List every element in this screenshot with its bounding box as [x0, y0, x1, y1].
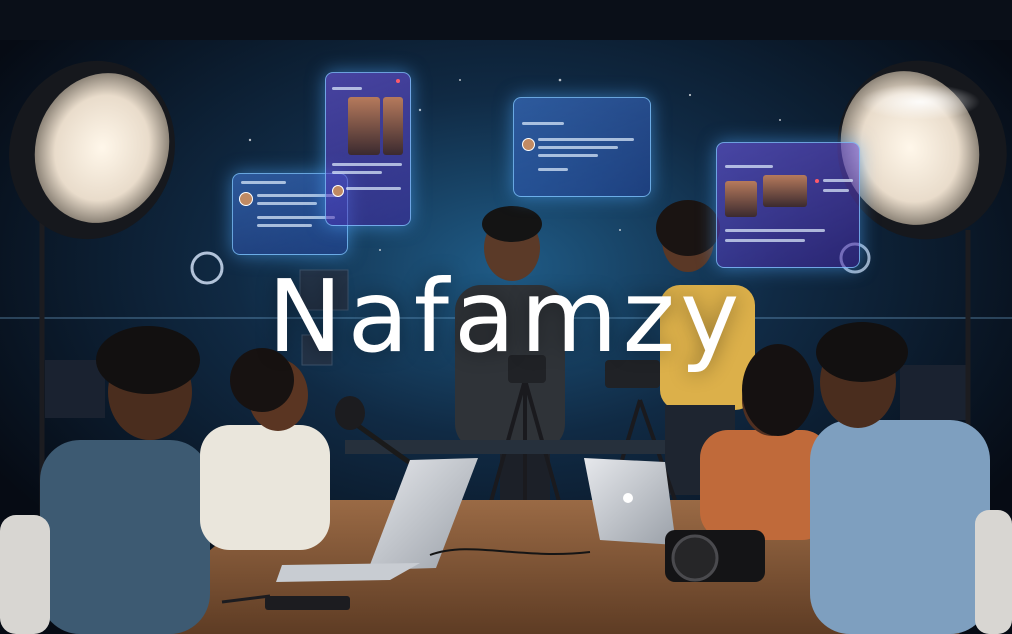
holo-avatar-icon	[239, 192, 253, 206]
chair-right	[975, 510, 1012, 634]
video-call-photo-2	[763, 175, 807, 207]
notification-dot	[396, 79, 400, 83]
lens-flare	[860, 84, 980, 120]
phone	[265, 596, 350, 610]
profile-thumb	[383, 97, 403, 155]
microphone	[335, 396, 365, 430]
shelf-right	[900, 365, 970, 420]
holo-avatar-icon	[522, 138, 535, 151]
profile-photo	[348, 97, 380, 155]
holo-panel-center	[513, 97, 651, 197]
live-dot	[815, 179, 819, 183]
holo-panel-profile	[325, 72, 411, 226]
apple-logo	[623, 493, 633, 503]
ceiling	[0, 0, 1012, 40]
video-call-photo-1	[725, 181, 757, 217]
hero-image: Nafamzy	[0, 0, 1012, 634]
holo-panel-right	[716, 142, 860, 268]
brand-title: Nafamzy	[267, 258, 745, 375]
chair-left	[0, 515, 50, 634]
camera-lens	[671, 534, 719, 582]
holo-avatar-icon	[332, 185, 344, 197]
